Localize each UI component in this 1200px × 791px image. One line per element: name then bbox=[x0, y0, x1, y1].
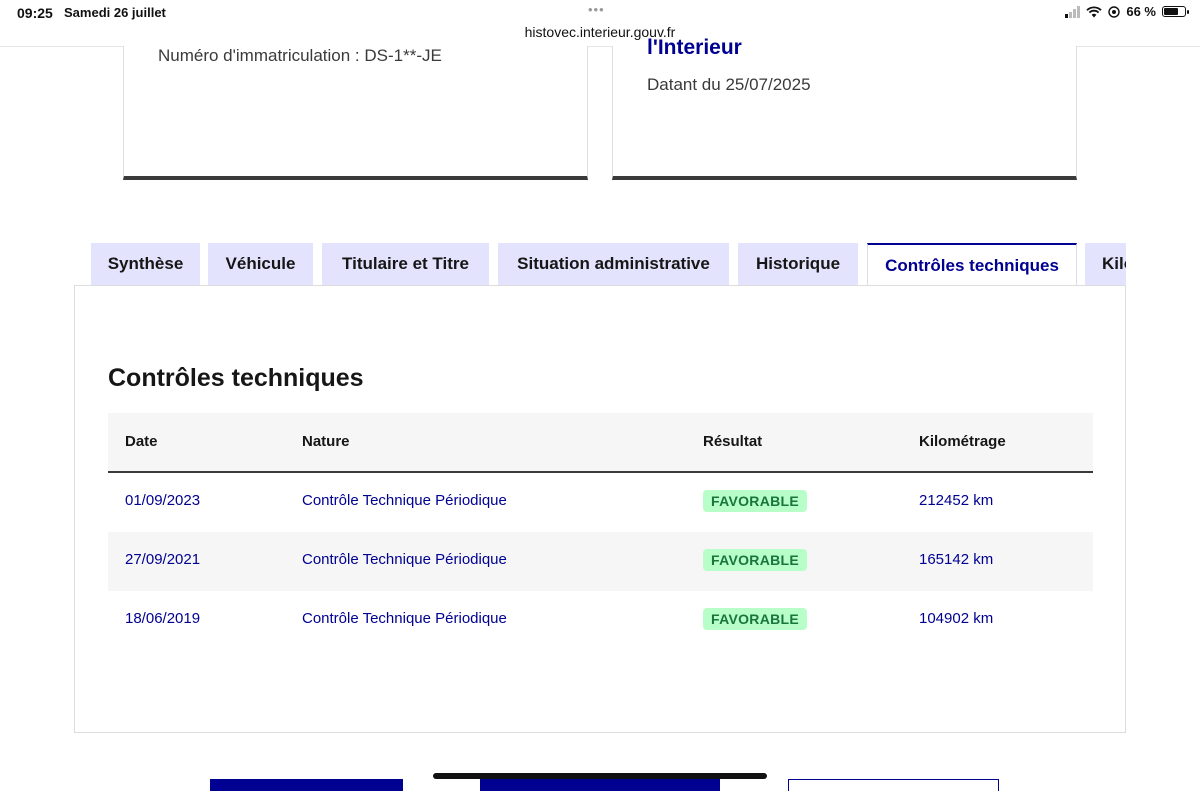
registration-number: Numéro d'immatriculation : DS-1**-JE bbox=[158, 46, 442, 65]
result-badge: FAVORABLE bbox=[703, 549, 807, 571]
result-badge: FAVORABLE bbox=[703, 608, 807, 630]
section-title: Contrôles techniques bbox=[108, 364, 364, 392]
column-header-resultat: Résultat bbox=[703, 433, 763, 450]
cellular-signal-icon bbox=[1065, 5, 1081, 18]
clock: 09:25 bbox=[17, 5, 53, 21]
tab-titulaire-titre[interactable]: Titulaire et Titre bbox=[322, 243, 489, 285]
inspection-nature: Contrôle Technique Périodique bbox=[302, 610, 507, 627]
inspection-nature: Contrôle Technique Périodique bbox=[302, 492, 507, 509]
plate-card: Numéro d'immatriculation : DS-1**-JE bbox=[123, 46, 588, 180]
inspection-mileage: 212452 km bbox=[919, 492, 994, 509]
inspection-mileage: 104902 km bbox=[919, 610, 994, 627]
status-date: Samedi 26 juillet bbox=[64, 5, 166, 20]
tab-situation-administrative[interactable]: Situation administrative bbox=[498, 243, 729, 285]
inspection-mileage: 165142 km bbox=[919, 551, 994, 568]
inspection-date: 18/06/2019 bbox=[125, 610, 201, 627]
bottom-secondary-button[interactable] bbox=[788, 779, 999, 791]
tab-historique[interactable]: Historique bbox=[738, 243, 858, 285]
url-bar[interactable]: histovec.interieur.gouv.fr bbox=[0, 24, 1200, 40]
bottom-primary-button-2[interactable] bbox=[480, 779, 720, 791]
tab-synthese[interactable]: Synthèse bbox=[91, 243, 200, 285]
report-date-card: l'Interieur Datant du 25/07/2025 bbox=[612, 36, 1077, 180]
card-heading: l'Interieur bbox=[647, 36, 742, 59]
table-row: 01/09/2023 Contrôle Technique Périodique… bbox=[108, 473, 1093, 532]
battery-icon bbox=[1162, 6, 1189, 17]
tab-bar: Synthèse Véhicule Titulaire et Titre Sit… bbox=[91, 243, 1126, 286]
battery-percentage: 66 % bbox=[1126, 4, 1156, 19]
status-bar: 09:25 Samedi 26 juillet ••• histovec.int… bbox=[0, 0, 1200, 47]
table-row: 18/06/2019 Contrôle Technique Périodique… bbox=[108, 591, 1093, 650]
table-header: Date Nature Résultat Kilométrage bbox=[108, 413, 1093, 473]
inspection-date: 27/09/2021 bbox=[125, 551, 201, 568]
tab-kilometrage[interactable]: Kilométrage bbox=[1085, 243, 1126, 285]
table-row: 27/09/2021 Contrôle Technique Périodique… bbox=[108, 532, 1093, 591]
tab-vehicule[interactable]: Véhicule bbox=[208, 243, 313, 285]
status-icons: 66 % bbox=[1065, 4, 1189, 19]
inspections-table: Date Nature Résultat Kilométrage 01/09/2… bbox=[108, 413, 1093, 650]
result-badge: FAVORABLE bbox=[703, 490, 807, 512]
location-icon bbox=[1108, 5, 1121, 18]
inspection-nature: Contrôle Technique Périodique bbox=[302, 551, 507, 568]
column-header-nature: Nature bbox=[302, 433, 350, 450]
tab-panel-controles-techniques: Contrôles techniques Date Nature Résulta… bbox=[74, 285, 1126, 733]
wifi-icon bbox=[1086, 5, 1102, 17]
bottom-primary-button-1[interactable] bbox=[210, 779, 403, 791]
column-header-date: Date bbox=[125, 433, 158, 450]
tab-controles-techniques[interactable]: Contrôles techniques bbox=[867, 243, 1077, 286]
report-date: Datant du 25/07/2025 bbox=[647, 75, 811, 94]
home-indicator[interactable] bbox=[433, 773, 767, 779]
more-icon[interactable]: ••• bbox=[588, 2, 605, 17]
inspection-date: 01/09/2023 bbox=[125, 492, 201, 509]
column-header-kilometrage: Kilométrage bbox=[919, 433, 1006, 450]
